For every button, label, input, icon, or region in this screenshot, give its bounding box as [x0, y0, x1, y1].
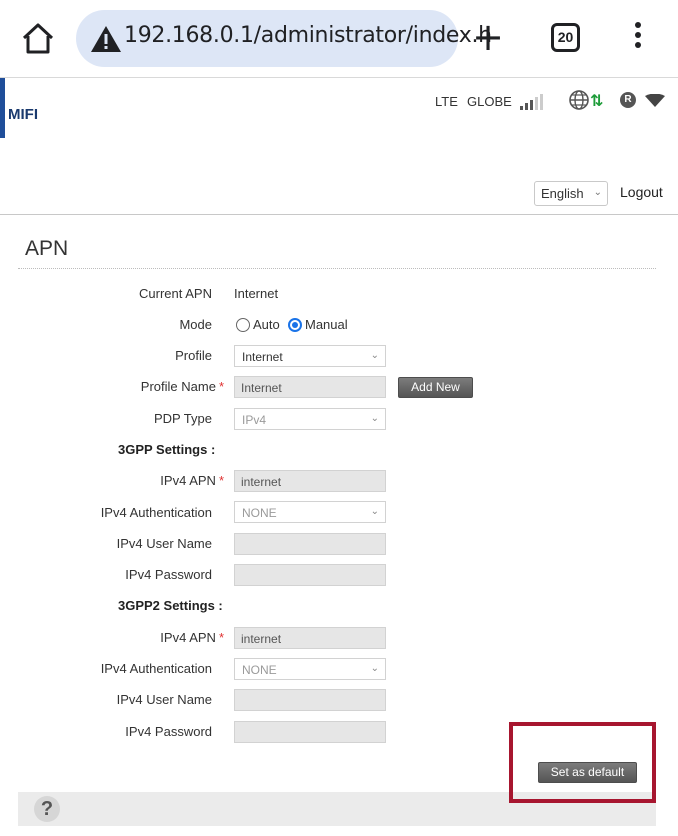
add-new-button[interactable]: Add New [398, 377, 473, 398]
profile-label: Profile [175, 348, 212, 363]
3gpp-ipv4-apn-label: IPv4 APN * [160, 473, 224, 488]
current-apn-label: Current APN [139, 286, 212, 301]
logout-link[interactable]: Logout [620, 184, 663, 200]
3gpp2-settings-heading: 3GPP2 Settings : [118, 598, 223, 613]
pdp-type-value: IPv4 [242, 413, 267, 427]
3gpp-settings-heading: 3GPP Settings : [118, 442, 216, 457]
3gpp2-ipv4-apn-label: IPv4 APN * [160, 630, 224, 645]
3gpp2-ipv4-user-field[interactable] [234, 689, 386, 711]
new-tab-icon[interactable]: + [470, 18, 506, 58]
language-value: English [541, 186, 584, 201]
address-bar[interactable]: 192.168.0.1/administrator/index.h [76, 10, 492, 67]
chevron-down-icon: ⌄ [370, 506, 379, 517]
language-select[interactable]: English ⌄ [534, 181, 608, 206]
chevron-down-icon: ⌄ [370, 663, 379, 674]
home-icon[interactable] [18, 18, 58, 58]
mode-manual-label[interactable]: Manual [305, 317, 348, 332]
roaming-icon: R [620, 92, 636, 108]
chevron-down-icon: ⌄ [593, 187, 602, 198]
signal-strength-icon [520, 94, 548, 110]
3gpp-ipv4-auth-label: IPv4 Authentication [100, 505, 212, 520]
current-apn-value: Internet [234, 286, 279, 301]
brand-name: MIFI [8, 106, 38, 123]
browser-toolbar: 192.168.0.1/administrator/index.h + 20 [0, 0, 678, 78]
3gpp2-ipv4-auth-value: NONE [242, 663, 277, 677]
globe-icon [568, 89, 590, 111]
brand-accent-bar [0, 78, 5, 138]
3gpp2-ipv4-password-field[interactable] [234, 721, 386, 743]
3gpp-ipv4-apn-field[interactable]: internet [234, 470, 386, 492]
pdp-type-label: PDP Type [153, 411, 212, 426]
profile-name-field[interactable]: Internet [234, 376, 386, 398]
required-marker: * [218, 630, 224, 645]
3gpp-ipv4-auth-value: NONE [242, 506, 277, 520]
chevron-down-icon: ⌄ [370, 350, 379, 361]
pdp-type-select[interactable]: IPv4 ⌄ [234, 408, 386, 430]
annotation-highlight-box [509, 722, 656, 803]
3gpp2-ipv4-user-label: IPv4 User Name [116, 692, 212, 707]
profile-name-label: Profile Name * [141, 379, 224, 394]
3gpp-ipv4-password-label: IPv4 Password [125, 567, 212, 582]
wifi-icon [645, 93, 665, 108]
profile-name-label-text: Profile Name [140, 379, 216, 394]
profile-select[interactable]: Internet ⌄ [234, 345, 386, 367]
page-title: APN [25, 237, 69, 260]
3gpp2-ipv4-auth-select[interactable]: NONE ⌄ [234, 658, 386, 680]
required-marker: * [218, 473, 224, 488]
network-type: LTE [435, 94, 458, 109]
3gpp2-ipv4-apn-field[interactable]: internet [234, 627, 386, 649]
chevron-down-icon: ⌄ [370, 413, 379, 424]
3gpp2-ipv4-apn-label-text: IPv4 APN [160, 630, 216, 645]
3gpp-ipv4-apn-label-text: IPv4 APN [160, 473, 216, 488]
header-divider [0, 214, 678, 215]
3gpp-ipv4-user-label: IPv4 User Name [116, 536, 212, 551]
mode-manual-radio[interactable] [288, 318, 302, 332]
mode-label: Mode [179, 317, 212, 332]
url-text[interactable]: 192.168.0.1/administrator/index.h [124, 23, 492, 48]
not-secure-warning-icon[interactable] [90, 24, 122, 54]
data-transfer-icon: ⇅ [590, 93, 604, 110]
tab-switcher-button[interactable]: 20 [551, 23, 580, 52]
required-marker: * [218, 379, 224, 394]
profile-value: Internet [242, 350, 283, 364]
operator-name: GLOBE [467, 94, 512, 109]
3gpp-ipv4-password-field[interactable] [234, 564, 386, 586]
more-menu-icon[interactable] [628, 18, 648, 58]
mode-auto-label[interactable]: Auto [253, 317, 280, 332]
3gpp-ipv4-auth-select[interactable]: NONE ⌄ [234, 501, 386, 523]
3gpp2-ipv4-auth-label: IPv4 Authentication [100, 661, 212, 676]
help-icon[interactable]: ? [34, 796, 60, 822]
mode-auto-radio[interactable] [236, 318, 250, 332]
title-divider [18, 268, 656, 269]
3gpp-ipv4-user-field[interactable] [234, 533, 386, 555]
3gpp2-ipv4-password-label: IPv4 Password [125, 724, 212, 739]
